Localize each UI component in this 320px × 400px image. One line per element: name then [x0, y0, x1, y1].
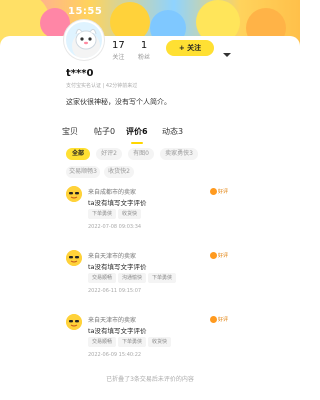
review-source: 来自天津市的卖家	[88, 317, 137, 324]
reviewer-avatar-illustration	[66, 314, 82, 330]
review-rating-badge: 好评	[210, 252, 228, 261]
stat-following-label: 关注	[112, 54, 125, 61]
reviewer-avatar-illustration	[66, 186, 82, 202]
reviewer-avatar	[66, 250, 82, 266]
reviewer-avatar	[66, 314, 82, 330]
active-tab-indicator	[131, 142, 143, 144]
review-rating-badge: 好评	[210, 188, 228, 197]
user-avatar[interactable]	[64, 20, 104, 60]
review-rating-label: 好评	[218, 317, 229, 323]
status-time: 15:55	[68, 6, 103, 17]
filter-chip-all[interactable]: 全部	[66, 148, 90, 160]
collapsed-reviews-note[interactable]: 已折叠了3条交易后未评价的内容	[0, 374, 300, 383]
review-tag: 下单勇侠	[88, 209, 117, 219]
stat-followers-value: 1	[140, 40, 148, 51]
stat-following-value: 17	[112, 40, 125, 51]
review-text: ta没有填写文字评价	[88, 327, 147, 335]
tab-posts[interactable]: 帖子0	[94, 126, 115, 137]
review-tag: 交易顺畅	[88, 337, 117, 347]
follow-button[interactable]: + 关注	[166, 40, 214, 56]
review-text: ta没有填写文字评价	[88, 199, 147, 207]
review-rating-badge: 好评	[210, 316, 228, 325]
positive-rating-icon	[210, 252, 217, 259]
review-tag: 收货快	[148, 337, 172, 347]
review-tag: 下单勇侠	[148, 273, 177, 283]
stat-followers[interactable]: 1 粉丝	[138, 40, 150, 61]
review-text: ta没有填写文字评价	[88, 263, 147, 271]
review-tag: 下单勇侠	[118, 337, 147, 347]
user-verification-line: 支付宝实名认证 | 42分钟前来过	[66, 83, 138, 89]
reviewer-avatar-illustration	[66, 250, 82, 266]
review-source: 来自成都市的卖家	[88, 189, 137, 196]
filter-chip-with-photos[interactable]: 有图0	[128, 148, 154, 160]
review-rating-label: 好评	[218, 253, 229, 259]
review-timestamp: 2022-07-08 09:03:34	[88, 224, 142, 230]
reviewer-avatar	[66, 186, 82, 202]
user-bio: 这家伙很神秘，没有写个人简介。	[66, 98, 171, 106]
review-tag: 沟通愉快	[118, 273, 147, 283]
review-tag: 收货快	[118, 209, 142, 219]
user-nickname: t***0	[66, 68, 94, 79]
review-rating-label: 好评	[218, 189, 229, 195]
tab-items[interactable]: 宝贝	[62, 126, 78, 137]
profile-tabs: 宝贝 帖子0 评价6 动态3	[60, 126, 220, 140]
review-timestamp: 2022-06-11 09:15:07	[88, 288, 142, 294]
review-source: 来自天津市的卖家	[88, 253, 137, 260]
more-dropdown-icon[interactable]	[222, 44, 232, 57]
positive-rating-icon	[210, 188, 217, 195]
stat-followers-label: 粉丝	[138, 54, 151, 61]
review-timestamp: 2022-06-09 15:40:22	[88, 352, 142, 358]
positive-rating-icon	[210, 316, 217, 323]
filter-chip-tag[interactable]: 收货快2	[104, 166, 134, 178]
filter-chip-tag[interactable]: 交易顺畅3	[66, 166, 100, 178]
tab-activity[interactable]: 动态3	[162, 126, 183, 137]
caret-down-icon	[223, 53, 231, 57]
tab-reviews[interactable]: 评价6	[126, 126, 148, 137]
stat-following[interactable]: 17 关注	[112, 40, 125, 61]
filter-chip-positive[interactable]: 好评2	[96, 148, 122, 160]
review-tag: 交易顺畅	[88, 273, 117, 283]
filter-chip-tag[interactable]: 卖家勇侠3	[160, 148, 198, 160]
